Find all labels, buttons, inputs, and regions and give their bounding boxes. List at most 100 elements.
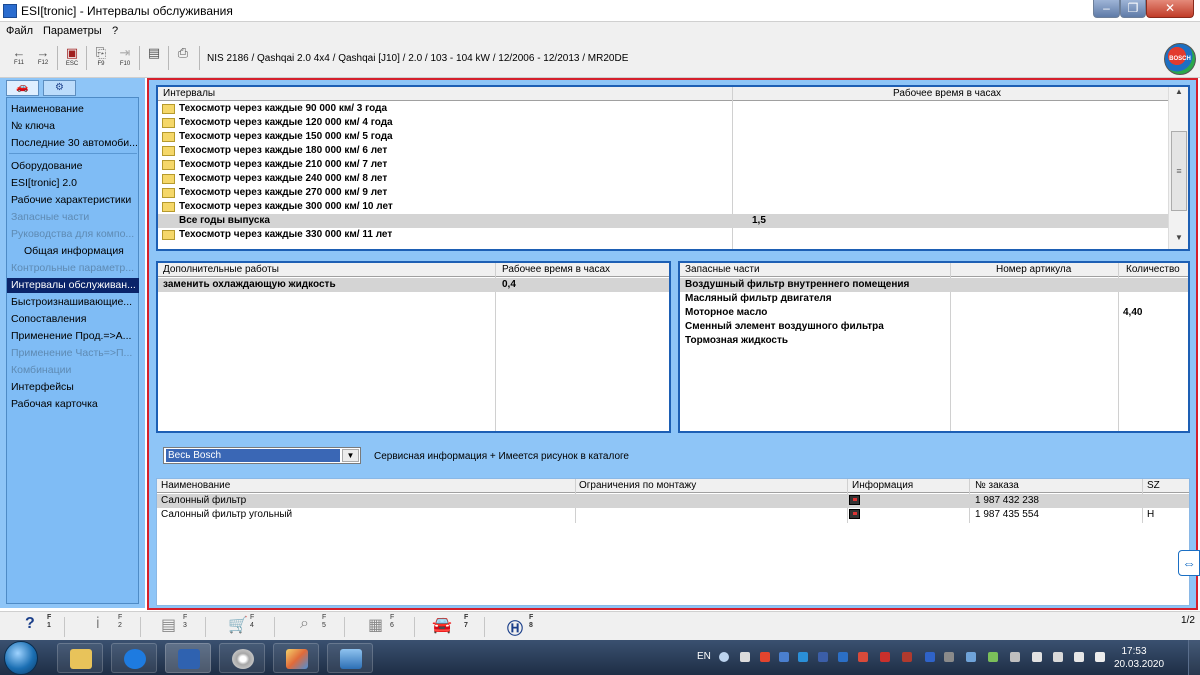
col-spare-parts[interactable]: Запасные части [685, 264, 760, 275]
sidebar-item-equipment[interactable]: Оборудование [11, 159, 137, 174]
arrow-tray-icon[interactable] [740, 652, 750, 662]
sidebar-item-esitronic[interactable]: ESI[tronic] 2.0 [11, 176, 137, 191]
menu-file[interactable]: Файл [6, 25, 33, 37]
col-additional-work[interactable]: Дополнительные работы [163, 264, 279, 275]
maximize-button[interactable]: ❐ [1120, 0, 1146, 18]
col-work-hours[interactable]: Рабочее время в часах [893, 88, 1001, 99]
app-tray-icon[interactable] [1010, 652, 1020, 662]
sidebar-item-service-intervals[interactable]: Интервалы обслуживан... [7, 278, 139, 293]
col-work-hours[interactable]: Рабочее время в часах [502, 264, 610, 275]
interval-row[interactable]: Техосмотр через каждые 150 000 км/ 5 год… [158, 130, 1168, 144]
tab-vehicle[interactable]: 🚗 [6, 80, 39, 96]
sidebar-item-key-number[interactable]: № ключа [11, 119, 137, 134]
interval-row[interactable]: Техосмотр через каждые 210 000 км/ 7 лет [158, 158, 1168, 172]
esc-button[interactable]: ▣ ESC [61, 45, 83, 73]
sidebar-item-name[interactable]: Наименование [11, 102, 137, 117]
minimize-button[interactable]: – [1093, 0, 1120, 18]
start-button[interactable] [4, 641, 38, 675]
info-document-icon[interactable] [849, 495, 860, 505]
order-row[interactable]: Салонный фильтр 1 987 432 238 [157, 494, 1189, 508]
taskbar-disc[interactable] [219, 643, 265, 673]
app-tray-icon[interactable] [798, 652, 808, 662]
col-restrictions[interactable]: Ограничения по монтажу [579, 480, 696, 491]
col-name[interactable]: Наименование [161, 480, 230, 491]
interval-row[interactable]: Техосмотр через каждые 300 000 км/ 10 ле… [158, 200, 1168, 214]
sidebar-item-interfaces[interactable]: Интерфейсы [11, 380, 137, 395]
f7-vehicle-button[interactable]: 🚘 F 7 [432, 614, 468, 639]
sidebar-item-product-application[interactable]: Применение Прод.=>А... [11, 329, 137, 344]
col-information[interactable]: Информация [852, 480, 913, 491]
spare-part-row[interactable]: Воздушный фильтр внутреннего помещения [680, 278, 1188, 292]
col-quantity[interactable]: Количество [1126, 264, 1180, 275]
app-tray-icon[interactable] [858, 652, 868, 662]
taskbar-screen[interactable] [327, 643, 373, 673]
f2-info-button[interactable]: iF2 [96, 614, 122, 639]
tab-engine[interactable]: ⚙ [43, 80, 76, 96]
f8-bosch-button[interactable]: Ⓗ F 8 [507, 614, 533, 639]
sidebar-item-recent-vehicles[interactable]: Последние 30 автомоби... [11, 136, 137, 151]
app-tray-icon[interactable] [760, 652, 770, 662]
app-tray-icon[interactable] [944, 652, 954, 662]
sidebar-item-work-card[interactable]: Рабочая карточка [11, 397, 137, 412]
scroll-thumb[interactable]: ≡ [1171, 131, 1187, 211]
menu-settings[interactable]: Параметры [43, 25, 102, 37]
taskbar-explorer[interactable] [57, 643, 103, 673]
app-tray-icon[interactable] [988, 652, 998, 662]
col-order-number[interactable]: № заказа [975, 480, 1019, 491]
teamviewer-handle[interactable]: ⇔ [1178, 550, 1200, 576]
f3-print-list-button[interactable]: ▤ F 3 [161, 614, 187, 639]
chevron-down-icon[interactable]: ▼ [342, 449, 359, 462]
f1-help-button[interactable]: ? F 1 [25, 614, 51, 639]
interval-row[interactable]: Техосмотр через каждые 120 000 км/ 4 год… [158, 116, 1168, 130]
clock[interactable]: 17:53 20.03.2020 [1114, 645, 1164, 671]
menu-help[interactable]: ? [112, 25, 118, 37]
bluetooth-icon[interactable] [925, 652, 935, 662]
additional-work-row[interactable]: заменить охлаждающую жидкость 0,4 [158, 278, 669, 292]
col-sz[interactable]: SZ [1147, 480, 1160, 491]
interval-row[interactable]: Техосмотр через каждые 270 000 км/ 9 лет [158, 186, 1168, 200]
app-tray-icon[interactable] [902, 652, 912, 662]
interval-row[interactable]: Техосмотр через каждые 240 000 км/ 8 лет [158, 172, 1168, 186]
spare-part-row[interactable]: Масляный фильтр двигателя [680, 292, 1188, 306]
col-article-number[interactable]: Номер артикула [996, 264, 1071, 275]
signal-icon[interactable] [1074, 652, 1084, 662]
app-tray-icon[interactable] [818, 652, 828, 662]
scroll-up-icon[interactable]: ▲ [1169, 87, 1189, 101]
info-image-icon[interactable] [849, 509, 860, 519]
battery-icon[interactable] [1032, 652, 1042, 662]
scroll-down-icon[interactable]: ▼ [1169, 233, 1189, 247]
intervals-scrollbar[interactable]: ▲ ≡ ▼ [1168, 87, 1188, 249]
language-indicator[interactable]: EN [697, 651, 711, 662]
taskbar-esitronic[interactable] [165, 643, 211, 673]
sidebar-item-general-info[interactable]: Общая информация [24, 244, 139, 259]
brand-filter-select[interactable]: Весь Bosch ▼ [163, 447, 361, 464]
close-button[interactable]: ✕ [1146, 0, 1194, 18]
sidebar-item-specifications[interactable]: Рабочие характеристики [11, 193, 137, 208]
network-icon[interactable] [1053, 652, 1063, 662]
show-desktop-button[interactable] [1188, 640, 1200, 675]
interval-row[interactable]: Техосмотр через каждые 330 000 км/ 11 ле… [158, 228, 1168, 242]
order-row[interactable]: Салонный фильтр угольный 1 987 435 554 H [157, 508, 1189, 522]
notes-button[interactable]: ▤ [143, 45, 165, 73]
sidebar-item-wear-parts[interactable]: Быстроизнашивающие... [11, 295, 137, 310]
spare-part-row[interactable]: Моторное масло 4,40 [680, 306, 1188, 320]
volume-icon[interactable] [1095, 652, 1105, 662]
taskbar-paint[interactable] [273, 643, 319, 673]
back-button[interactable]: ← F11 [8, 45, 30, 73]
help-tray-icon[interactable] [719, 652, 729, 662]
f6-catalog-button[interactable]: ▦ F 6 [368, 614, 394, 639]
taskbar-teamviewer[interactable] [111, 643, 157, 673]
spare-part-row[interactable]: Сменный элемент воздушного фильтра [680, 320, 1188, 334]
f10-button[interactable]: ⇥ F10 [114, 45, 136, 73]
app-tray-icon[interactable] [779, 652, 789, 662]
interval-row[interactable]: Техосмотр через каждые 180 000 км/ 6 лет [158, 144, 1168, 158]
app-tray-icon[interactable] [880, 652, 890, 662]
f5-search-button[interactable]: ⌕ F 5 [300, 614, 326, 639]
app-tray-icon[interactable] [838, 652, 848, 662]
f9-button[interactable]: ⎘ F9 [90, 45, 112, 73]
f4-cart-button[interactable]: 🛒 F 4 [228, 614, 254, 639]
app-tray-icon[interactable] [966, 652, 976, 662]
spare-part-row[interactable]: Тормозная жидкость [680, 334, 1188, 348]
forward-button[interactable]: → F12 [32, 45, 54, 73]
interval-row-selected[interactable]: Все годы выпуска 1,5 [158, 214, 1168, 228]
